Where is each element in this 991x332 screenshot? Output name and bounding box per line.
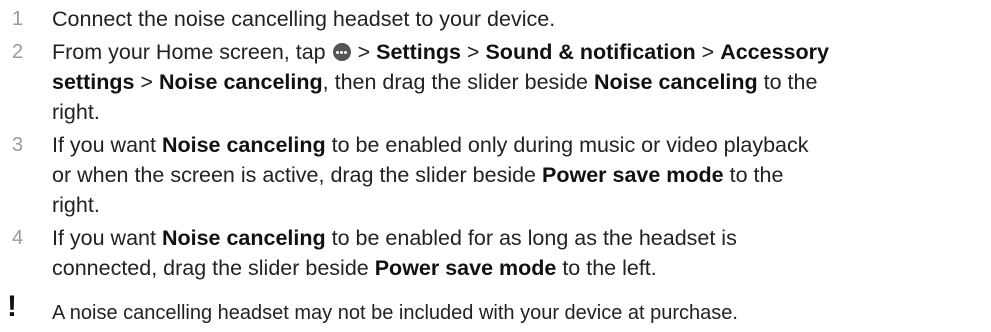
ui-term: settings [52,70,135,94]
note: ! A noise cancelling headset may not be … [0,292,991,332]
step-line: From your Home screen, tap > Settings > … [52,37,991,67]
ui-term: Noise canceling [161,226,326,250]
step-text: to be enabled only during music or video… [325,133,809,157]
step-item: 1 Connect the noise cancelling headset to… [0,4,991,34]
apps-icon [332,43,351,61]
step-text: From your Home screen, tap [52,40,332,64]
step-text: , then drag the slider beside [322,70,594,94]
ui-term: Power save mode [542,163,724,187]
step-item: 3 If you want Noise canceling to be enabl… [0,130,991,220]
step-line: If you want Noise canceling to be enable… [52,130,991,160]
exclamation-icon: ! [7,290,17,323]
step-line: settings > Noise canceling, then drag th… [52,67,991,97]
step-line: right. [52,190,991,220]
ui-term: Accessory [720,40,829,64]
step-line: If you want Noise canceling to be enable… [52,223,991,253]
note-text: A noise cancelling headset may not be in… [52,302,738,324]
step-text: to the left. [556,256,657,280]
step-text: > [351,40,377,64]
step-text: to the [757,70,818,94]
step-text: Connect the noise cancelling headset to … [52,7,556,31]
step-number: 4 [12,227,24,249]
ui-term: Settings [376,40,461,64]
step-line: Connect the noise cancelling headset to … [52,4,991,34]
step-item: 4 If you want Noise canceling to be enabl… [0,223,991,283]
step-number: 1 [12,8,24,30]
ui-term: Sound & notification [485,40,696,64]
step-line: or when the screen is active, drag the s… [52,160,991,190]
step-text: > [134,70,159,94]
step-text: If you want [52,226,162,250]
step-text: to the [723,163,784,187]
ui-term: Power save mode [374,256,557,280]
step-text: or when the screen is active, drag the s… [52,163,542,187]
step-text: right. [52,100,100,124]
ui-term: Noise canceling [161,133,326,157]
step-line: right. [52,97,991,127]
step-text: to be enabled for as long as the headset… [325,226,737,250]
step-text: If you want [52,133,162,157]
steps-list: 1 Connect the noise cancelling headset to… [0,4,991,286]
step-number: 2 [12,41,24,63]
step-text: > [695,40,721,64]
step-text: > [460,40,486,64]
ui-term: Noise canceling [158,70,323,94]
step-line: connected, drag the slider beside Power … [52,253,991,283]
step-item: 2 From your Home screen, tap > Settings >… [0,37,991,127]
step-text: connected, drag the slider beside [52,256,375,280]
ui-term: Noise canceling [593,70,758,94]
step-number: 3 [12,134,24,156]
step-text: right. [52,193,100,217]
